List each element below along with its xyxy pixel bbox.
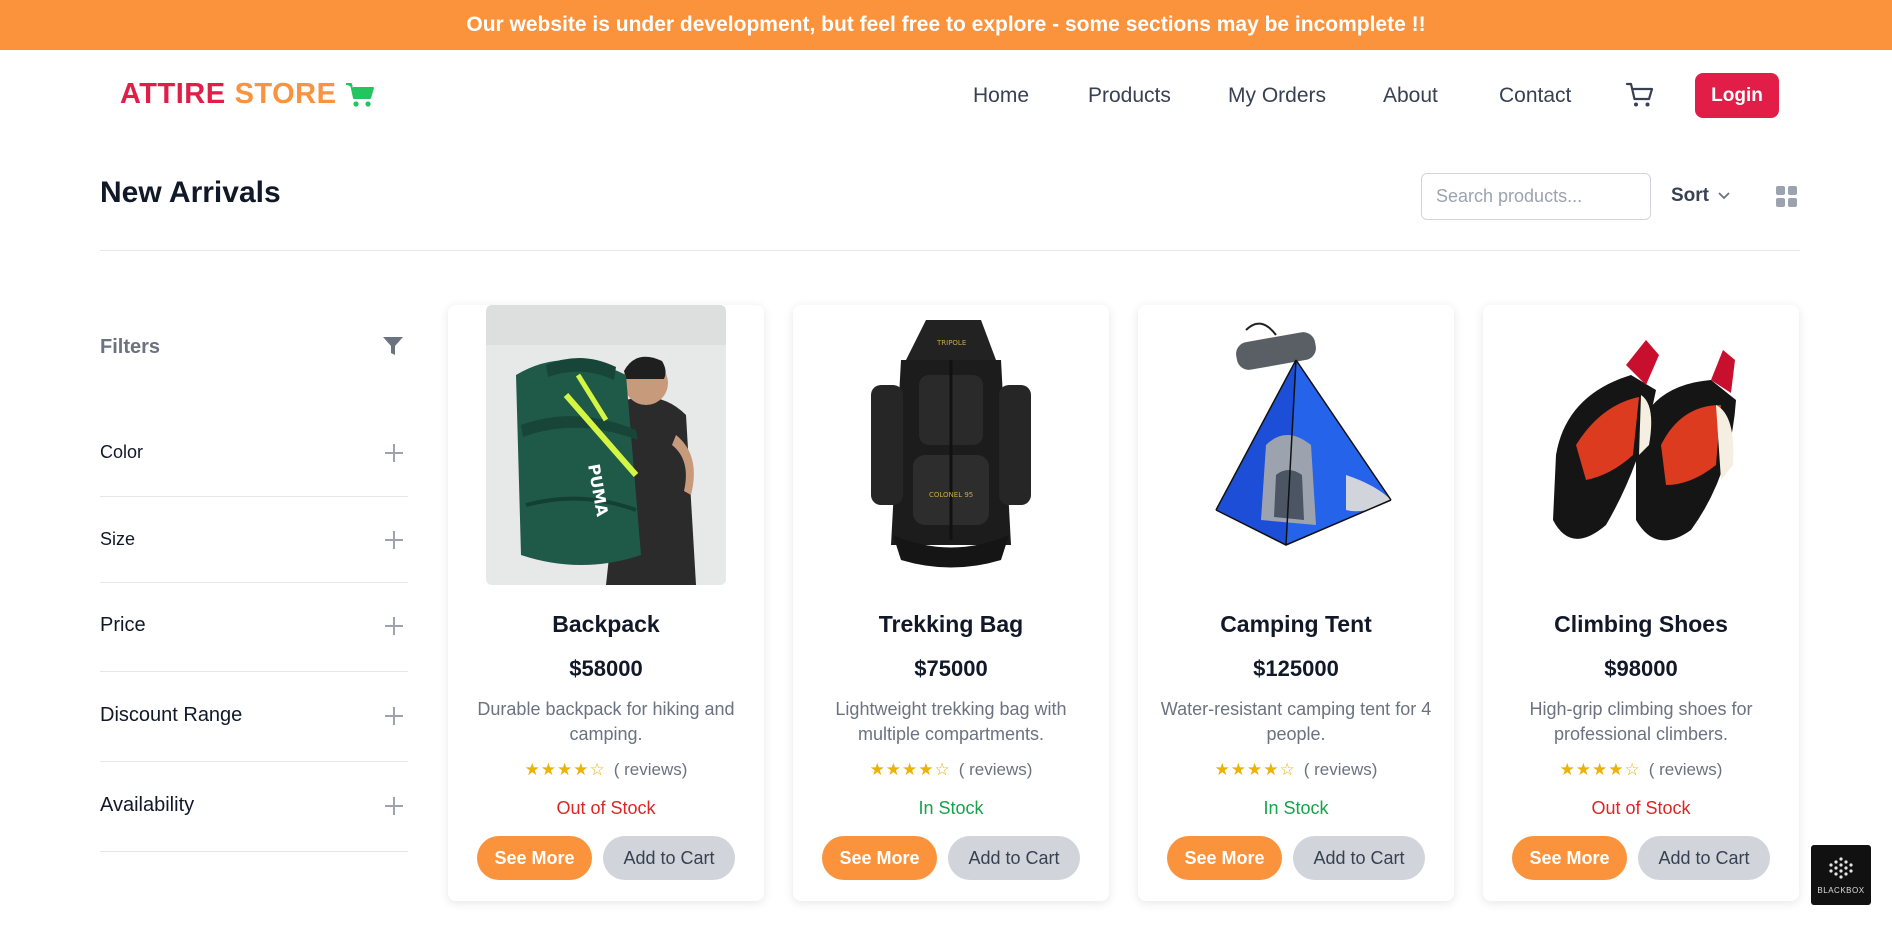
filter-divider <box>100 761 408 762</box>
review-count: ( reviews) <box>958 760 1033 779</box>
review-count: ( reviews) <box>1648 760 1723 779</box>
plus-icon[interactable] <box>385 796 403 815</box>
blackbox-badge[interactable]: BLACKBOX <box>1811 845 1871 905</box>
product-description: High-grip climbing shoes for professiona… <box>1529 699 1753 744</box>
star-rating-icon: ★★★★☆ <box>1559 760 1641 779</box>
product-rating: ★★★★☆ ( reviews) <box>448 760 764 780</box>
filter-label: Size <box>100 529 136 549</box>
filter-label: Color <box>100 442 144 462</box>
filter-divider <box>100 851 408 852</box>
product-name[interactable]: Trekking Bag <box>793 611 1109 638</box>
product-card-backpack[interactable]: PUMA Backpack $58000 Durable backpack fo… <box>448 305 764 901</box>
plus-icon[interactable] <box>385 443 403 462</box>
stock-status: Out of Stock <box>1591 798 1691 818</box>
grid-view-icon[interactable] <box>1776 186 1797 207</box>
product-card-trekking-bag[interactable]: TRIPOLE COLONEL 95 Trekking Bag $75000 L… <box>793 305 1109 901</box>
filter-label: Discount Range <box>100 704 243 726</box>
filter-divider <box>100 582 408 583</box>
product-description: Durable backpack for hiking and camping. <box>477 699 735 744</box>
star-rating-icon: ★★★★☆ <box>1214 760 1296 779</box>
camping-tent-image[interactable] <box>1176 305 1416 585</box>
filter-divider <box>100 671 408 672</box>
nav-home[interactable]: Home <box>973 84 1029 108</box>
filters-title: Filters <box>100 336 161 358</box>
review-count: ( reviews) <box>1303 760 1378 779</box>
product-description: Water-resistant camping tent for 4 peopl… <box>1160 699 1432 744</box>
sort-label: Sort <box>1671 185 1709 206</box>
development-banner: Our website is under development, but fe… <box>0 0 1892 50</box>
add-to-cart-button[interactable]: Add to Cart <box>603 836 735 880</box>
banner-text: Our website is under development, but fe… <box>466 13 1426 36</box>
add-to-cart-button[interactable]: Add to Cart <box>1293 836 1425 880</box>
product-card-climbing-shoes[interactable]: Climbing Shoes $98000 High-grip climbing… <box>1483 305 1799 901</box>
stock-status: Out of Stock <box>556 798 656 818</box>
search-input[interactable] <box>1421 173 1651 220</box>
nav-products[interactable]: Products <box>1088 84 1171 108</box>
star-rating-icon: ★★★★☆ <box>524 760 606 779</box>
header-divider <box>100 250 1800 251</box>
filter-label: Price <box>100 614 146 636</box>
cart-icon[interactable] <box>1625 80 1655 110</box>
svg-text:TRIPOLE: TRIPOLE <box>936 339 966 347</box>
chevron-down-icon <box>1717 191 1731 201</box>
shopping-cart-icon <box>345 81 375 109</box>
see-more-button[interactable]: See More <box>1167 836 1282 880</box>
nav-about[interactable]: About <box>1383 84 1438 108</box>
store-logo[interactable]: ATTIRE STORE <box>120 78 375 111</box>
see-more-button[interactable]: See More <box>822 836 937 880</box>
badge-label: BLACKBOX <box>1817 885 1865 895</box>
filter-divider <box>100 496 408 497</box>
product-card-camping-tent[interactable]: Camping Tent $125000 Water-resistant cam… <box>1138 305 1454 901</box>
funnel-icon[interactable] <box>382 335 404 357</box>
see-more-button[interactable]: See More <box>477 836 592 880</box>
logo-word-attire: ATTIRE <box>120 78 226 110</box>
page-title: New Arrivals <box>100 176 281 209</box>
filter-color[interactable]: Color <box>100 442 408 463</box>
cube-dots-icon <box>1829 856 1853 879</box>
filter-availability[interactable]: Availability <box>100 794 408 817</box>
product-price: $75000 <box>914 656 988 681</box>
login-button[interactable]: Login <box>1695 73 1779 118</box>
backpack-image[interactable]: PUMA <box>486 305 726 585</box>
product-name[interactable]: Backpack <box>448 611 764 638</box>
add-to-cart-button[interactable]: Add to Cart <box>948 836 1080 880</box>
see-more-button[interactable]: See More <box>1512 836 1627 880</box>
logo-word-store: STORE <box>234 78 337 110</box>
filter-price[interactable]: Price <box>100 614 408 637</box>
product-rating: ★★★★☆ ( reviews) <box>793 760 1109 780</box>
svg-text:COLONEL 95: COLONEL 95 <box>929 491 973 499</box>
stock-status: In Stock <box>918 798 984 818</box>
sort-dropdown[interactable]: Sort <box>1671 185 1731 207</box>
nav-contact[interactable]: Contact <box>1499 84 1571 108</box>
filter-size[interactable]: Size <box>100 529 408 550</box>
trekking-bag-image[interactable]: TRIPOLE COLONEL 95 <box>831 305 1071 585</box>
filter-label: Availability <box>100 794 195 816</box>
climbing-shoes-image[interactable] <box>1521 305 1761 585</box>
product-rating: ★★★★☆ ( reviews) <box>1138 760 1454 780</box>
add-to-cart-button[interactable]: Add to Cart <box>1638 836 1770 880</box>
plus-icon[interactable] <box>385 616 403 635</box>
review-count: ( reviews) <box>613 760 688 779</box>
plus-icon[interactable] <box>385 706 403 725</box>
product-rating: ★★★★☆ ( reviews) <box>1483 760 1799 780</box>
product-name[interactable]: Camping Tent <box>1138 611 1454 638</box>
plus-icon[interactable] <box>385 530 403 549</box>
product-price: $125000 <box>1253 656 1339 681</box>
product-name[interactable]: Climbing Shoes <box>1483 611 1799 638</box>
product-price: $98000 <box>1604 656 1678 681</box>
product-price: $58000 <box>569 656 643 681</box>
star-rating-icon: ★★★★☆ <box>869 760 951 779</box>
filter-discount-range[interactable]: Discount Range <box>100 704 408 727</box>
product-description: Lightweight trekking bag with multiple c… <box>835 699 1067 744</box>
stock-status: In Stock <box>1263 798 1329 818</box>
nav-my-orders[interactable]: My Orders <box>1228 84 1326 108</box>
